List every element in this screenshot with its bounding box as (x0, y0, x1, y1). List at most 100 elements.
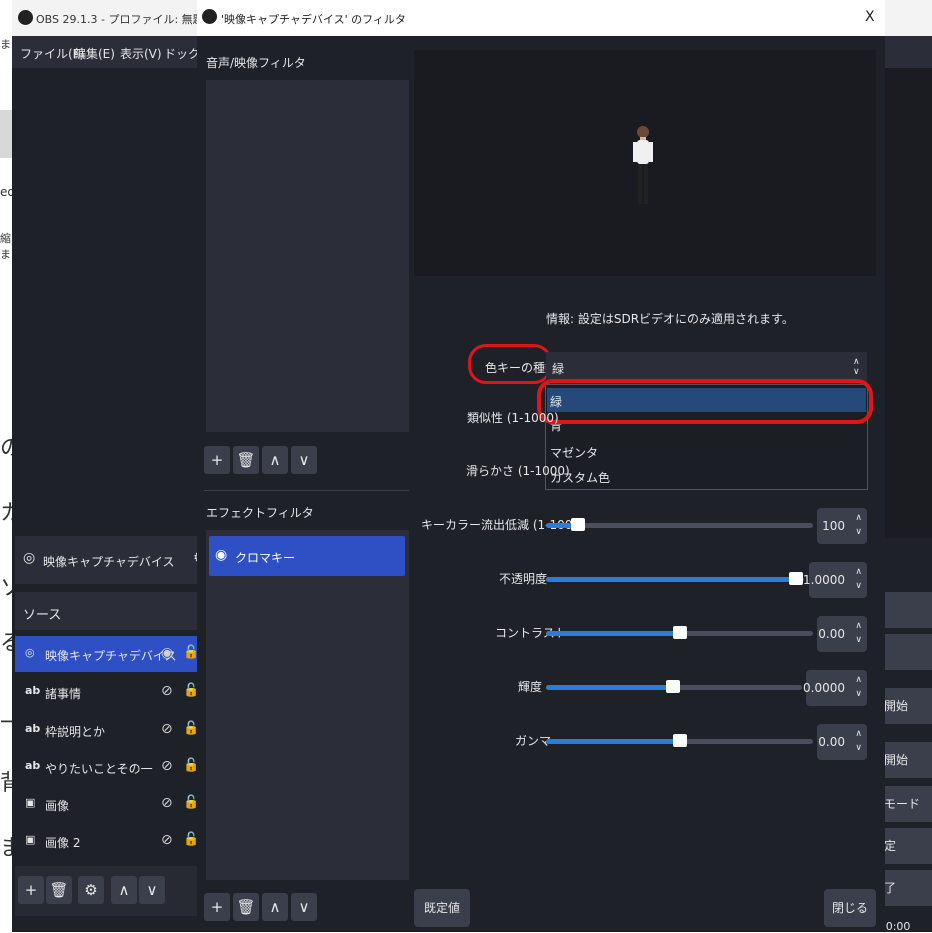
move-down-button[interactable]: ∨ (291, 446, 317, 474)
controls-blank (884, 634, 932, 670)
audio-video-filters-list[interactable] (206, 80, 409, 432)
move-up-button[interactable]: ∧ (262, 893, 288, 921)
dropdown-option[interactable]: マゼンタ (547, 440, 866, 462)
source-item[interactable]: ab やりたいことその一 ⊘ 🔓 (15, 749, 200, 785)
text-icon: ab (25, 722, 41, 735)
slider-thumb[interactable] (673, 734, 687, 747)
defaults-button[interactable]: 既定値 (414, 889, 470, 927)
opacity-spinbox[interactable]: 1.0000 ∧ ∨ (803, 562, 867, 598)
smoothness-label: 滑らかさ (1-1000) (466, 464, 570, 478)
start-recording-button[interactable]: 開始 (884, 742, 932, 778)
spin-arrows-icon[interactable]: ∧ ∨ (855, 619, 862, 647)
spill-spinbox[interactable]: 100 ∧ ∨ (817, 508, 867, 544)
studio-mode-button[interactable]: モード (884, 786, 932, 822)
contrast-spinbox[interactable]: 0.00 ∧ ∨ (817, 616, 867, 652)
start-streaming-button[interactable]: 開始 (884, 688, 932, 724)
source-properties-button[interactable]: ⚙ (78, 876, 104, 904)
camera-icon: ◎ (25, 646, 35, 659)
key-type-select[interactable]: 緑 ∧ ∨ (546, 352, 867, 382)
eye-icon[interactable]: ◉ (161, 645, 173, 661)
source-toolbar-label: 映像キャプチャデバイス (43, 555, 175, 569)
spin-arrows-icon[interactable]: ∧ ∨ (855, 673, 862, 701)
opacity-value: 1.0000 (803, 573, 845, 587)
text-icon: ab (25, 759, 41, 772)
effect-filters-label: エフェクトフィルタ (206, 506, 314, 520)
eye-icon[interactable]: ◉ (215, 547, 227, 563)
controls-dock: 開始 開始 モード 定 了 :0:00 (878, 590, 932, 933)
eye-hidden-icon[interactable]: ⊘ (161, 721, 173, 737)
brightness-slider[interactable] (546, 680, 802, 693)
remove-source-button[interactable]: 🗑 (46, 876, 72, 904)
info-text: 情報: 設定はSDRビデオにのみ適用されます。 (546, 312, 794, 326)
spill-slider[interactable] (546, 518, 813, 531)
source-label: 映像キャプチャデバイス (45, 649, 177, 663)
filters-dialog: '映像キャプチャデバイス' のフィルタ X 音声/映像フィルタ + 🗑 ∧ ∨ … (197, 0, 885, 932)
effect-filters-list: ◉ クロマキー (206, 530, 409, 880)
chevron-updown-icon: ∧ ∨ (853, 357, 860, 377)
remove-effect-filter-button[interactable]: 🗑 (233, 893, 259, 921)
add-effect-filter-button[interactable]: + (204, 893, 230, 921)
effect-filter-label: クロマキー (235, 551, 296, 565)
close-icon[interactable]: X (865, 9, 875, 25)
brightness-spinbox[interactable]: 0.0000 ∧ ∨ (803, 670, 867, 706)
sources-toolbar: + 🗑 ⚙ ∧ ∨ (15, 866, 200, 916)
menu-edit[interactable]: 編集(E) (74, 45, 115, 62)
remove-filter-button[interactable]: 🗑 (233, 446, 259, 474)
slider-thumb[interactable] (666, 680, 680, 693)
slider-thumb[interactable] (571, 518, 585, 531)
text-icon: ab (25, 684, 41, 697)
exit-button[interactable]: 了 (884, 870, 932, 906)
eye-hidden-icon[interactable]: ⊘ (161, 795, 173, 811)
source-label: 諸事情 (45, 687, 82, 701)
dialog-titlebar[interactable]: '映像キャプチャデバイス' のフィルタ X (197, 0, 885, 36)
source-label: 画像 (45, 799, 70, 813)
sources-list: ◎ 映像キャプチャデバイス ◉ 🔓 ab 諸事情 ⊘ 🔓 ab 枠説明とか ⊘ … (15, 632, 200, 864)
sources-title: ソース (23, 608, 62, 623)
spill-value: 100 (822, 519, 845, 533)
add-source-button[interactable]: + (18, 876, 44, 904)
menu-view[interactable]: 表示(V) (120, 45, 162, 62)
dropdown-option[interactable]: カスタム色 (547, 465, 866, 487)
left-fragment: ま (0, 38, 11, 51)
gamma-value: 0.00 (818, 735, 845, 749)
image-icon: ▣ (25, 796, 36, 809)
spin-arrows-icon[interactable]: ∧ ∨ (855, 511, 862, 539)
source-item[interactable]: ab 枠説明とか ⊘ 🔓 (15, 712, 200, 748)
eye-hidden-icon[interactable]: ⊘ (161, 758, 173, 774)
spin-arrows-icon[interactable]: ∧ ∨ (855, 565, 862, 593)
eye-hidden-icon[interactable]: ⊘ (161, 683, 173, 699)
add-filter-button[interactable]: + (204, 446, 230, 474)
status-time: :0:00 (882, 920, 911, 933)
spin-arrows-icon[interactable]: ∧ ∨ (855, 727, 862, 755)
opacity-slider[interactable] (546, 572, 804, 585)
source-item[interactable]: ◎ 映像キャプチャデバイス ◉ 🔓 (15, 636, 200, 672)
filter-preview (414, 50, 876, 276)
source-toolbar-row[interactable]: ◎ 映像キャプチャデバイス ⚙ (15, 536, 206, 584)
move-up-button[interactable]: ∧ (111, 876, 137, 904)
image-icon: ▣ (25, 833, 36, 846)
avatar-figure (633, 126, 653, 204)
move-down-button[interactable]: ∨ (139, 876, 165, 904)
contrast-value: 0.00 (818, 627, 845, 641)
camera-icon: ◎ (23, 550, 36, 566)
move-down-button[interactable]: ∨ (291, 893, 317, 921)
obs-logo-icon (18, 10, 33, 25)
source-item[interactable]: ▣ 画像 ⊘ 🔓 (15, 786, 200, 822)
source-item[interactable]: ▣ 画像 2 ⊘ 🔓 (15, 823, 200, 859)
effect-filter-item[interactable]: ◉ クロマキー (209, 536, 405, 576)
slider-thumb[interactable] (673, 626, 687, 639)
gamma-spinbox[interactable]: 0.00 ∧ ∨ (817, 724, 867, 760)
similarity-label: 類似性 (1-1000) (467, 411, 559, 425)
contrast-slider[interactable] (546, 626, 813, 639)
opacity-label: 不透明度 (499, 572, 548, 586)
slider-thumb[interactable] (789, 572, 803, 585)
gamma-slider[interactable] (546, 734, 813, 747)
move-up-button[interactable]: ∧ (262, 446, 288, 474)
source-item[interactable]: ab 諸事情 ⊘ 🔓 (15, 674, 200, 710)
eye-hidden-icon[interactable]: ⊘ (161, 832, 173, 848)
brightness-value: 0.0000 (803, 681, 845, 695)
sources-header: ソース (15, 592, 200, 630)
key-type-highlight (468, 344, 552, 384)
close-button[interactable]: 閉じる (824, 889, 876, 927)
settings-button[interactable]: 定 (884, 828, 932, 864)
